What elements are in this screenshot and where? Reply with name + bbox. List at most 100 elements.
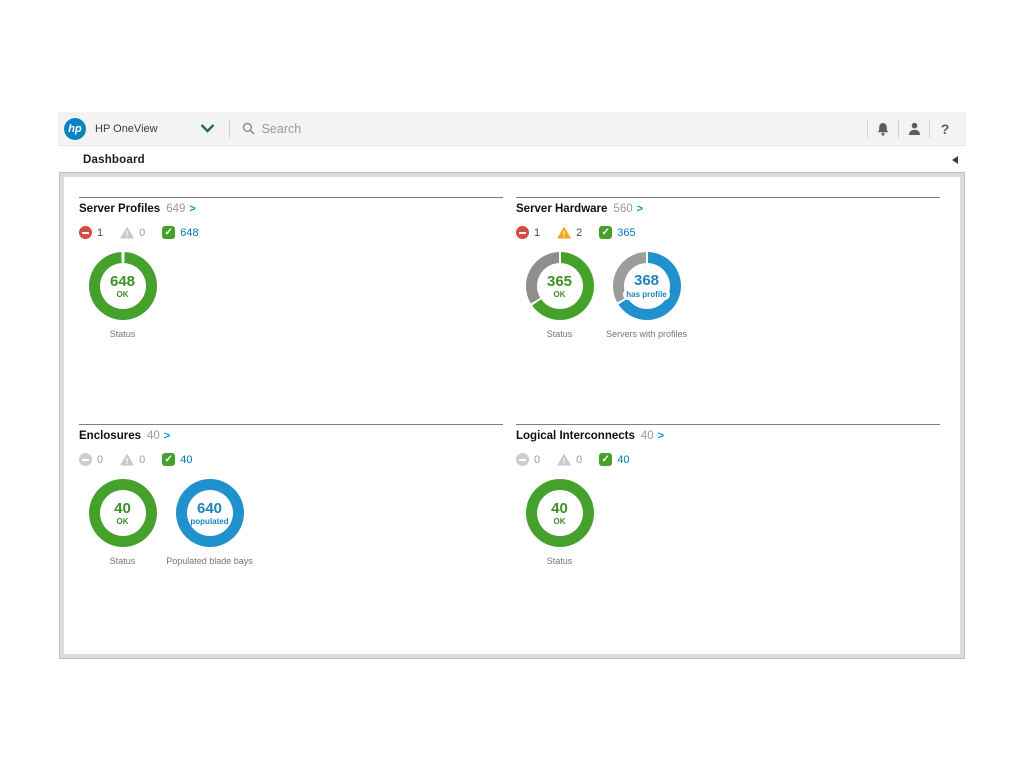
chevron-down-icon[interactable] (200, 124, 215, 133)
panel-count: 560 (613, 203, 632, 215)
profiles-donut-block: 368 has profile Servers with profiles (603, 252, 690, 339)
app-name-label: HP OneView (95, 123, 158, 135)
warning-stat[interactable]: 2 (557, 227, 582, 239)
blade-bays-donut-block: 640 populated Populated blade bays (166, 479, 253, 566)
critical-count: 1 (534, 227, 540, 239)
notifications-bell-icon[interactable] (868, 112, 898, 146)
ok-check-icon: ✓ (162, 453, 175, 466)
top-right-icons: ? (867, 112, 960, 146)
donut-caption: Status (547, 329, 573, 339)
ok-check-icon: ✓ (599, 226, 612, 239)
panel-enclosures: Enclosures 40 > 0 0 ✓ 40 (79, 424, 503, 566)
panel-divider (79, 197, 503, 198)
chevron-right-icon[interactable]: > (164, 430, 170, 442)
donut-center: 648 OK (100, 263, 146, 309)
warning-stat: 0 (557, 454, 582, 466)
ok-count: 40 (617, 454, 629, 466)
donut-chart-status[interactable]: 40 OK (89, 479, 157, 547)
status-summary: 1 2 ✓ 365 (516, 226, 940, 239)
critical-count: 0 (97, 454, 103, 466)
divider (229, 120, 230, 138)
critical-stat: 0 (516, 453, 540, 466)
ok-stat[interactable]: ✓ 648 (162, 226, 198, 239)
panel-server-profiles: Server Profiles 649 > 1 0 ✓ 648 (79, 197, 503, 339)
donut-value: 365 (547, 274, 572, 290)
search-input[interactable] (262, 122, 482, 136)
search-icon (242, 122, 255, 135)
panel-divider (516, 197, 940, 198)
donut-chart-status[interactable]: 365 OK (526, 252, 594, 320)
status-summary: 0 0 ✓ 40 (79, 453, 503, 466)
donut-sub-label: OK (554, 517, 566, 526)
ok-check-icon: ✓ (162, 226, 175, 239)
critical-icon (516, 226, 529, 239)
critical-icon (79, 226, 92, 239)
donut-center: 40 OK (100, 490, 146, 536)
donut-value: 40 (114, 501, 131, 517)
ok-count: 365 (617, 227, 635, 239)
donut-sub-label: populated (190, 517, 228, 526)
donut-center: 40 OK (537, 490, 583, 536)
donut-center: 368 has profile (624, 263, 670, 309)
donut-chart-populated-blade-bays[interactable]: 640 populated (176, 479, 244, 547)
collapse-panel-icon[interactable] (952, 156, 958, 164)
ok-stat[interactable]: ✓ 40 (162, 453, 192, 466)
page-title-bar: Dashboard (58, 146, 966, 173)
chevron-right-icon[interactable]: > (658, 430, 664, 442)
panel-divider (516, 424, 940, 425)
panel-link-logical-interconnects[interactable]: Logical Interconnects 40 > (516, 430, 940, 442)
panel-title: Enclosures (79, 430, 141, 442)
status-donut-block: 40 OK Status (516, 479, 603, 566)
panel-count: 40 (147, 430, 160, 442)
ok-count: 648 (180, 227, 198, 239)
warning-icon (120, 454, 134, 466)
donut-sub-label: OK (554, 290, 566, 299)
donut-value: 368 (634, 273, 659, 289)
user-account-icon[interactable] (899, 112, 929, 146)
app-window: hp HP OneView (58, 112, 966, 658)
panel-divider (79, 424, 503, 425)
search-box[interactable] (242, 122, 482, 136)
donut-sub-label: OK (117, 517, 129, 526)
dashboard-content: Server Profiles 649 > 1 0 ✓ 648 (60, 173, 964, 658)
critical-count: 1 (97, 227, 103, 239)
panel-count: 40 (641, 430, 654, 442)
donut-chart-status[interactable]: 40 OK (526, 479, 594, 547)
warning-icon (557, 227, 571, 239)
status-donut-block: 365 OK Status (516, 252, 603, 339)
panel-count: 649 (166, 203, 185, 215)
panel-link-server-profiles[interactable]: Server Profiles 649 > (79, 203, 503, 215)
ok-count: 40 (180, 454, 192, 466)
status-summary: 1 0 ✓ 648 (79, 226, 503, 239)
donut-caption: Status (110, 556, 136, 566)
top-bar: hp HP OneView (58, 112, 966, 146)
critical-stat[interactable]: 1 (79, 226, 103, 239)
critical-stat[interactable]: 1 (516, 226, 540, 239)
donut-center: 640 populated (187, 490, 233, 536)
chevron-right-icon[interactable]: > (637, 203, 643, 215)
critical-icon (79, 453, 92, 466)
warning-count: 2 (576, 227, 582, 239)
critical-stat: 0 (79, 453, 103, 466)
panel-link-server-hardware[interactable]: Server Hardware 560 > (516, 203, 940, 215)
panel-logical-interconnects: Logical Interconnects 40 > 0 0 ✓ 40 (516, 424, 940, 566)
ok-stat[interactable]: ✓ 40 (599, 453, 629, 466)
panel-link-enclosures[interactable]: Enclosures 40 > (79, 430, 503, 442)
critical-count: 0 (534, 454, 540, 466)
donut-sub-label: has profile (623, 289, 669, 300)
donut-chart-status[interactable]: 648 OK (89, 252, 157, 320)
ok-check-icon: ✓ (599, 453, 612, 466)
donut-center: 365 OK (537, 263, 583, 309)
donut-caption: Servers with profiles (606, 329, 687, 339)
warning-count: 0 (139, 227, 145, 239)
warning-icon (120, 227, 134, 239)
donut-chart-servers-with-profiles[interactable]: 368 has profile (613, 252, 681, 320)
help-icon[interactable]: ? (930, 112, 960, 146)
chevron-right-icon[interactable]: > (189, 203, 195, 215)
warning-stat: 0 (120, 454, 145, 466)
warning-count: 0 (576, 454, 582, 466)
donut-caption: Status (547, 556, 573, 566)
status-donut-block: 40 OK Status (79, 479, 166, 566)
donut-caption: Status (110, 329, 136, 339)
ok-stat[interactable]: ✓ 365 (599, 226, 635, 239)
